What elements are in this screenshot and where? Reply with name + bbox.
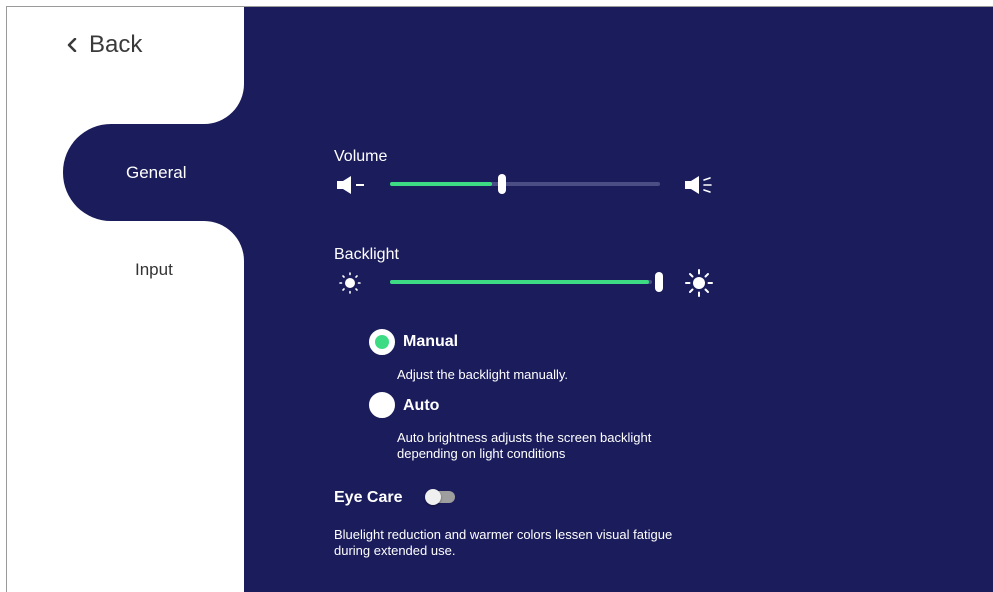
eye-care-description-line1: Bluelight reduction and warmer colors le… xyxy=(334,527,673,542)
back-button[interactable]: Back xyxy=(67,29,142,61)
backlight-slider-fill xyxy=(390,280,649,284)
tab-general-label: General xyxy=(126,162,187,182)
eye-care-description-line2: during extended use. xyxy=(334,543,456,558)
volume-label: Volume xyxy=(334,148,388,165)
brightness-high-icon[interactable] xyxy=(683,269,715,297)
back-label: Back xyxy=(89,31,143,58)
brightness-low-icon[interactable] xyxy=(338,271,362,295)
auto-radio[interactable] xyxy=(369,392,395,418)
tab-general[interactable]: General xyxy=(63,124,244,221)
backlight-label: Backlight xyxy=(334,246,399,263)
manual-description: Adjust the backlight manually. xyxy=(397,367,569,382)
volume-down-icon[interactable] xyxy=(336,175,370,195)
backlight-slider-thumb[interactable] xyxy=(655,272,663,292)
auto-description-line2: depending on light conditions xyxy=(397,446,566,461)
tab-input-label: Input xyxy=(135,260,173,279)
auto-description-line1: Auto brightness adjusts the screen backl… xyxy=(397,430,652,445)
toggle-knob xyxy=(425,489,441,505)
settings-window: Back General Input Volume Backlight Manu… xyxy=(6,6,993,592)
tab-input[interactable]: Input xyxy=(63,247,244,293)
radio-selected-dot xyxy=(375,335,389,349)
auto-label: Auto xyxy=(403,397,440,414)
eye-care-toggle[interactable] xyxy=(425,489,455,505)
volume-up-icon[interactable] xyxy=(684,175,718,195)
manual-label: Manual xyxy=(403,333,459,350)
volume-slider-fill xyxy=(390,182,492,186)
chevron-left-icon xyxy=(67,38,77,52)
volume-slider-thumb[interactable] xyxy=(498,174,506,194)
manual-radio[interactable] xyxy=(369,329,395,355)
eye-care-label: Eye Care xyxy=(334,489,403,506)
